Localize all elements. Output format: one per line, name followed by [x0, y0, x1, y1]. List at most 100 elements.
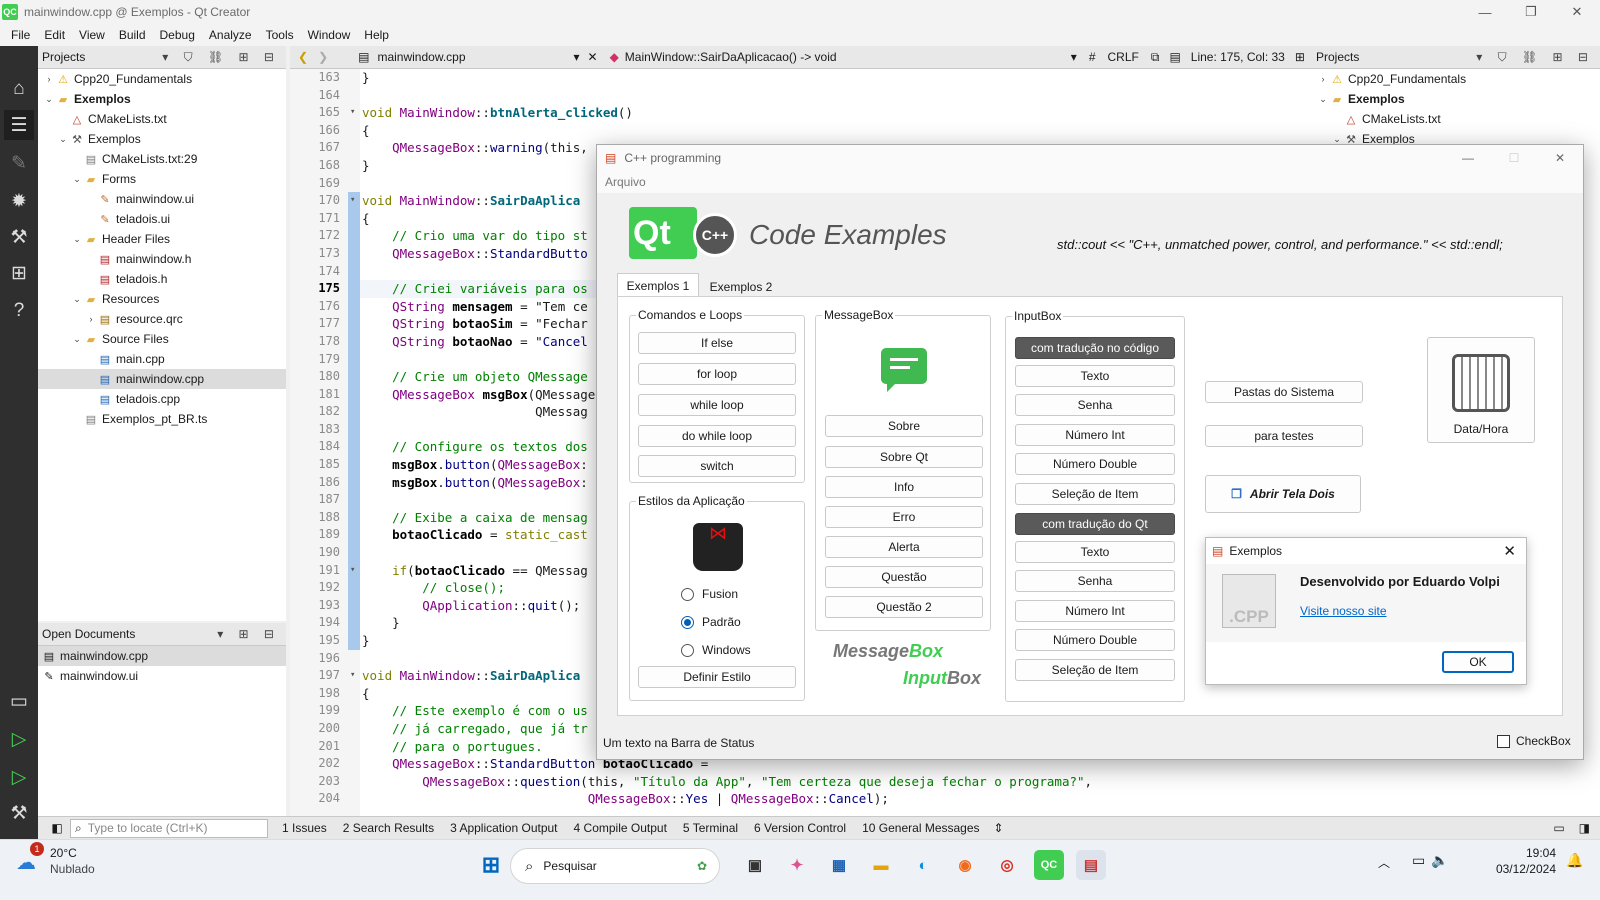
tree-item[interactable]: › ⚠ Cpp20_Fundamentals: [1312, 69, 1600, 89]
expand-arrow-icon[interactable]: ⌄: [70, 234, 84, 245]
menu-build[interactable]: Build: [112, 28, 153, 42]
tree-item[interactable]: ✎ teladois.ui: [38, 209, 286, 229]
projects-mode-icon[interactable]: ⚒: [4, 222, 34, 252]
tree-item[interactable]: ▤ main.cpp: [38, 349, 286, 369]
tree-item[interactable]: › ▤ resource.qrc: [38, 309, 286, 329]
selecao-item-qt-button[interactable]: Seleção de Item: [1015, 659, 1175, 681]
minimize-icon[interactable]: —: [1445, 151, 1491, 165]
extensions-icon[interactable]: ⊞: [4, 258, 34, 288]
tab-version-control[interactable]: 6 Version Control: [754, 821, 846, 835]
open-docs-toolbar-icons[interactable]: ▾ ⊞ ⊟: [217, 627, 280, 641]
numero-int-qt-button[interactable]: Número Int: [1015, 600, 1175, 622]
chevron-down-icon[interactable]: ▾: [1071, 50, 1077, 64]
clock-date[interactable]: 03/12/2024: [1480, 862, 1556, 876]
notifications-bell-icon[interactable]: 🔔: [1566, 852, 1583, 869]
taskbar-search[interactable]: ⌕ Pesquisar ✿: [510, 848, 720, 884]
code-line[interactable]: [360, 87, 1310, 105]
tree-item[interactable]: △ CMakeLists.txt: [38, 109, 286, 129]
edit-mode-icon[interactable]: ☰: [4, 110, 34, 140]
code-line[interactable]: }: [360, 69, 1310, 87]
for-loop-button[interactable]: for loop: [638, 363, 796, 385]
alerta-button[interactable]: Alerta: [825, 536, 983, 558]
panel-toggle-icon[interactable]: ◨: [1579, 821, 1590, 835]
fold-arrow-icon[interactable]: ▾: [350, 107, 355, 117]
senha-button[interactable]: Senha: [1015, 394, 1175, 416]
qt-creator-taskbar-icon[interactable]: QC: [1034, 850, 1064, 880]
menu-edit[interactable]: Edit: [37, 28, 72, 42]
menu-analyze[interactable]: Analyze: [202, 28, 259, 42]
senha-qt-button[interactable]: Senha: [1015, 570, 1175, 592]
help-mode-icon[interactable]: ?: [4, 296, 34, 326]
chevron-down-icon[interactable]: ▾: [573, 50, 579, 64]
expand-arrow-icon[interactable]: ⌄: [70, 334, 84, 345]
expand-arrow-icon[interactable]: ⌄: [70, 294, 84, 305]
minimize-icon[interactable]: —: [1462, 0, 1508, 24]
tree-item[interactable]: △ CMakeLists.txt: [1312, 109, 1600, 129]
tree-item[interactable]: ▤ Exemplos_pt_BR.ts: [38, 409, 286, 429]
questao-button[interactable]: Questão: [825, 566, 983, 588]
close-file-icon[interactable]: ✕: [588, 50, 598, 64]
sobre-qt-button[interactable]: Sobre Qt: [825, 446, 983, 468]
network-volume-icons[interactable]: ▭🔈: [1412, 852, 1455, 869]
expand-arrow-icon[interactable]: ›: [84, 314, 98, 324]
while-loop-button[interactable]: while loop: [638, 394, 796, 416]
tree-item[interactable]: ⌄ ⚒ Exemplos: [38, 129, 286, 149]
progress-icon[interactable]: ▭: [1553, 821, 1564, 835]
tree-item[interactable]: ⌄ ▰ Header Files: [38, 229, 286, 249]
tree-item[interactable]: ✎ mainwindow.ui: [38, 189, 286, 209]
file-explorer-icon[interactable]: ▬: [866, 850, 896, 880]
menu-view[interactable]: View: [72, 28, 112, 42]
tab-application-output[interactable]: 3 Application Output: [450, 821, 557, 835]
radio-padrao[interactable]: Padrão: [681, 615, 741, 629]
expand-arrow-icon[interactable]: ›: [1316, 74, 1330, 84]
menu-file[interactable]: File: [4, 28, 37, 42]
erro-button[interactable]: Erro: [825, 506, 983, 528]
define-style-button[interactable]: Definir Estilo: [638, 666, 796, 688]
forward-arrow-icon[interactable]: ❯: [318, 50, 328, 64]
weather-desc[interactable]: Nublado: [50, 862, 95, 876]
show-hidden-icons[interactable]: ︿: [1378, 854, 1390, 871]
document-icon[interactable]: ▤: [1169, 50, 1180, 64]
tree-item[interactable]: ⌄ ▰ Forms: [38, 169, 286, 189]
code-line[interactable]: QMessageBox::Yes | QMessageBox::Cancel);: [360, 790, 1310, 808]
menu-window[interactable]: Window: [301, 28, 358, 42]
expand-arrow-icon[interactable]: ⌄: [1330, 134, 1344, 145]
expand-arrow-icon[interactable]: ⌄: [42, 94, 56, 105]
questao-2-button[interactable]: Questão 2: [825, 596, 983, 618]
right-panel-toolbar-icons[interactable]: ▾ ⛉ ⛓ ⊞ ⊟: [1476, 50, 1594, 65]
run-icon[interactable]: ▷: [4, 724, 34, 754]
fold-arrow-icon[interactable]: ▾: [350, 565, 355, 575]
open-doc-item[interactable]: ✎ mainwindow.ui: [38, 666, 286, 686]
expand-arrow-icon[interactable]: ⌄: [56, 134, 70, 145]
chrome-icon[interactable]: ◎: [992, 850, 1022, 880]
menu-help[interactable]: Help: [357, 28, 396, 42]
tab-compile-output[interactable]: 4 Compile Output: [574, 821, 667, 835]
selecao-item-button[interactable]: Seleção de Item: [1015, 483, 1175, 505]
tree-item[interactable]: ▤ teladois.h: [38, 269, 286, 289]
tree-item[interactable]: ▤ mainwindow.h: [38, 249, 286, 269]
debug-run-icon[interactable]: ▷: [4, 762, 34, 792]
data-hora-button[interactable]: Data/Hora: [1427, 337, 1535, 443]
line-ending-select[interactable]: CRLF: [1108, 50, 1139, 64]
encoding-icon[interactable]: ⧉: [1151, 50, 1160, 65]
switch-button[interactable]: switch: [638, 455, 796, 477]
close-icon[interactable]: ✕: [1537, 151, 1583, 165]
expand-arrow-icon[interactable]: ⌄: [70, 174, 84, 185]
about-ok-button[interactable]: OK: [1442, 651, 1514, 673]
build-hammer-icon[interactable]: ⚒: [4, 798, 34, 828]
weather-temp[interactable]: 20°C: [50, 846, 77, 860]
checkbox[interactable]: CheckBox: [1497, 734, 1571, 748]
expand-arrow-icon[interactable]: ⌄: [1316, 94, 1330, 105]
windows-start-icon[interactable]: ⊞: [476, 850, 506, 880]
close-icon[interactable]: ✕: [1554, 0, 1600, 24]
radio-fusion[interactable]: Fusion: [681, 587, 738, 601]
code-line[interactable]: QMessageBox::question(this, "Título da A…: [360, 773, 1310, 791]
tree-item[interactable]: ⌄ ▰ Exemplos: [1312, 89, 1600, 109]
tree-item[interactable]: ▤ mainwindow.cpp: [38, 369, 286, 389]
locator-input[interactable]: ⌕ Type to locate (Ctrl+K): [70, 818, 268, 838]
tab-issues[interactable]: 1 Issues: [282, 821, 327, 835]
menu-debug[interactable]: Debug: [153, 28, 202, 42]
maximize-icon[interactable]: ❐: [1508, 0, 1554, 24]
tree-item[interactable]: ▤ teladois.cpp: [38, 389, 286, 409]
numero-double-button[interactable]: Número Double: [1015, 453, 1175, 475]
